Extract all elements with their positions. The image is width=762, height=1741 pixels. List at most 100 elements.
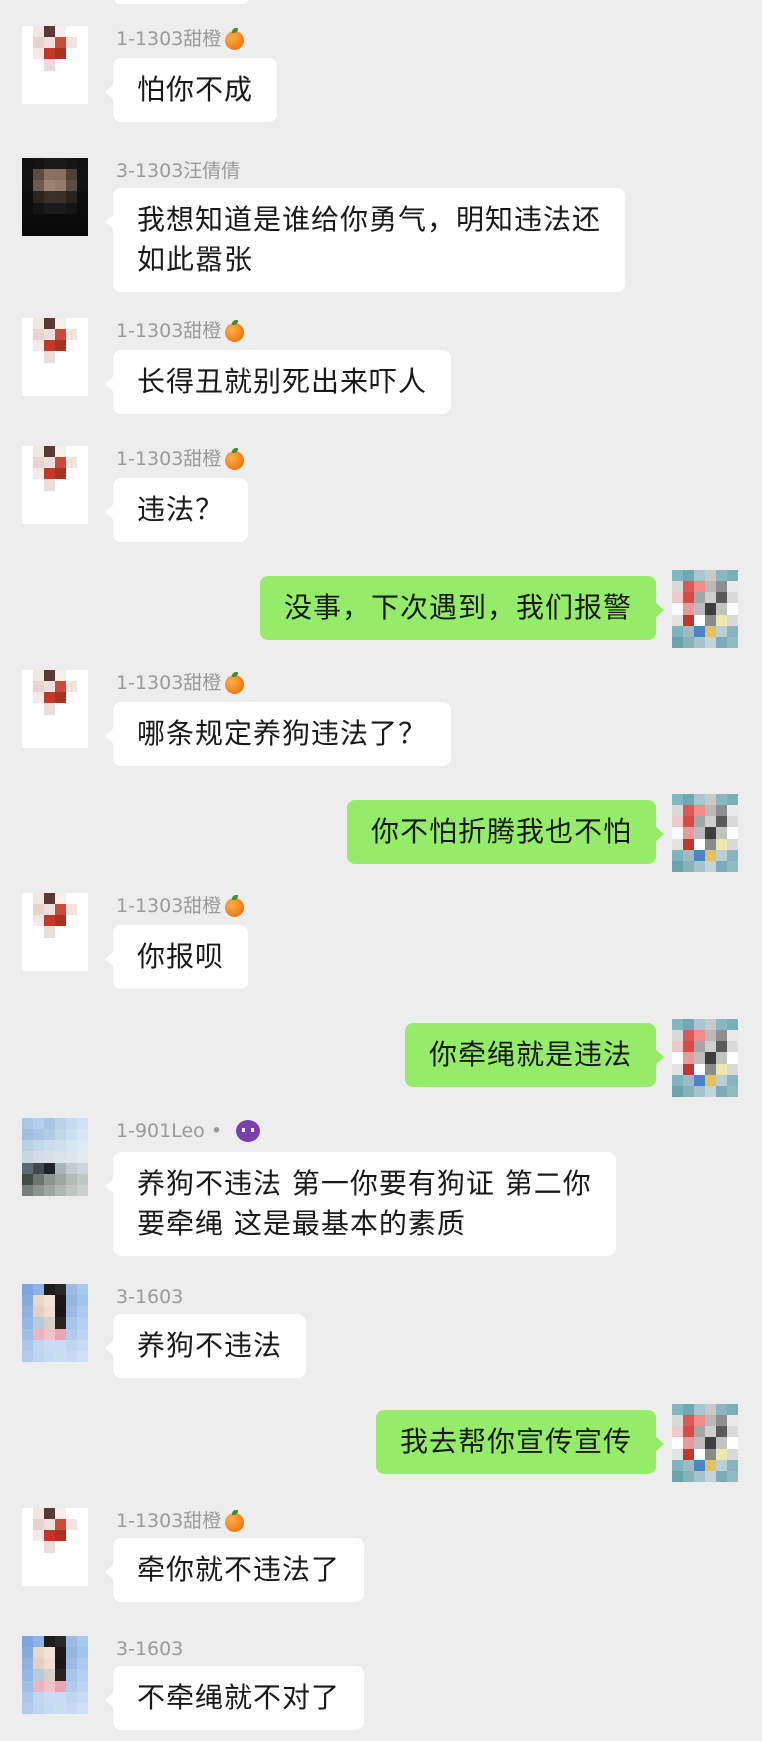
avatar-pixel [44, 457, 55, 469]
avatar-pixel [33, 512, 44, 524]
avatar-pixel [33, 37, 44, 49]
avatar-pixel [33, 1118, 44, 1130]
avatar[interactable] [22, 1118, 88, 1196]
avatar-pixel [705, 1459, 716, 1471]
avatar-pixel [716, 827, 727, 839]
avatar-pixel [66, 703, 77, 715]
avatar-pixel [66, 1669, 77, 1681]
message-bubble[interactable]: 养狗不违法 [104, 1314, 307, 1378]
message-text-line: 养狗不违法 第一你要有狗证 第二你 [137, 1167, 592, 1200]
sender-name-text: 1-1303甜橙 [116, 320, 222, 342]
avatar-pixel [33, 948, 44, 960]
avatar-pixel [33, 1647, 44, 1659]
sender-name: 1-1303甜橙 [116, 318, 245, 344]
avatar-pixel [55, 1173, 66, 1185]
avatar-pixel [33, 1295, 44, 1307]
message-text-line: 我想知道是谁给你勇气，明知违法还 [137, 203, 602, 236]
avatar-pixel [705, 570, 716, 582]
avatar-pixel [683, 827, 694, 839]
avatar[interactable] [22, 1636, 88, 1714]
message-bubble[interactable]: 牵你就不违法了 [104, 1538, 365, 1602]
pixelated-avatar-image [22, 1636, 88, 1714]
avatar[interactable] [22, 158, 88, 236]
sender-name-text: 1-1303甜橙 [116, 1510, 222, 1532]
avatar[interactable] [22, 670, 88, 748]
avatar-pixel [683, 581, 694, 593]
avatar-pixel [44, 202, 55, 214]
avatar-pixel [55, 1563, 66, 1575]
avatar[interactable] [672, 1404, 738, 1482]
avatar-pixel [33, 329, 44, 341]
message-bubble[interactable]: 我去帮你宣传宣传 [375, 1410, 665, 1474]
avatar-pixel [44, 1636, 55, 1648]
avatar-pixel [33, 1350, 44, 1362]
avatar-pixel [33, 1669, 44, 1681]
avatar-pixel [66, 362, 77, 374]
avatar[interactable] [22, 26, 88, 104]
message-bubble[interactable]: 你报呗 [104, 925, 249, 989]
avatar-pixel [705, 625, 716, 637]
avatar-pixel [22, 915, 33, 927]
message-bubble[interactable]: 哪条规定养狗违法了？ [104, 702, 452, 766]
avatar[interactable] [22, 1284, 88, 1362]
message-bubble[interactable]: 你不怕折腾我也不怕 [346, 800, 665, 864]
avatar-pixel [33, 318, 44, 330]
avatar[interactable] [22, 1508, 88, 1586]
avatar-pixel [77, 318, 88, 330]
avatar-pixel [672, 592, 683, 604]
message-bubble[interactable]: 不牵绳就不对了 [104, 1666, 365, 1730]
avatar-pixel [77, 26, 88, 38]
avatar-pixel [694, 1437, 705, 1449]
avatar[interactable] [672, 794, 738, 872]
pixelated-avatar-image [672, 570, 738, 648]
avatar-pixel [44, 915, 55, 927]
orange-icon [225, 671, 245, 694]
avatar-pixel [22, 512, 33, 524]
avatar-pixel [727, 636, 738, 648]
avatar[interactable] [22, 446, 88, 524]
avatar-pixel [66, 937, 77, 949]
avatar-pixel [77, 1658, 88, 1670]
avatar-pixel [672, 838, 683, 850]
avatar-pixel [22, 1541, 33, 1553]
message-bubble[interactable]: 长得丑就别死出来吓人 [104, 350, 452, 414]
avatar-pixel [705, 1448, 716, 1460]
avatar-pixel [22, 703, 33, 715]
avatar-pixel [44, 501, 55, 513]
avatar-pixel [66, 1636, 77, 1648]
avatar[interactable] [22, 318, 88, 396]
avatar-pixel [44, 384, 55, 396]
message-text-line: 你牵绳就是违法 [428, 1038, 632, 1071]
avatar[interactable] [672, 570, 738, 648]
message-bubble[interactable]: 没事，下次遇到，我们报警 [259, 576, 665, 640]
orange-icon [225, 27, 245, 50]
avatar-pixel [66, 681, 77, 693]
message-bubble[interactable]: 养狗不违法 第一你要有狗证 第二你 要牵绳 这是最基本的素质 [105, 1152, 616, 1256]
avatar-pixel [694, 1063, 705, 1075]
avatar-pixel [727, 1019, 738, 1031]
avatar-pixel [66, 48, 77, 60]
avatar-pixel [22, 948, 33, 960]
message-bubble[interactable]: 违法？ [104, 478, 249, 542]
message-bubble[interactable]: 你牵绳就是违法 [404, 1023, 665, 1087]
avatar[interactable] [672, 1019, 738, 1097]
avatar-pixel [33, 479, 44, 491]
chat-message-list[interactable]: 1-1303甜橙 怕你不成 3-1303汪倩倩 我想知道是谁给你勇气，明知违法还… [0, 0, 762, 1741]
orange-icon [225, 319, 245, 342]
avatar-pixel [77, 926, 88, 938]
avatar-pixel [683, 805, 694, 817]
message-bubble[interactable]: 怕你不成 [104, 58, 278, 122]
avatar-pixel [66, 512, 77, 524]
avatar-pixel [77, 329, 88, 341]
avatar-pixel [66, 1508, 77, 1520]
avatar[interactable] [22, 893, 88, 971]
avatar-pixel [33, 736, 44, 748]
avatar-pixel [55, 92, 66, 104]
avatar-pixel [33, 1552, 44, 1564]
avatar-pixel [716, 1085, 727, 1097]
message-bubble[interactable]: 我想知道是谁给你勇气，明知违法还 如此嚣张 [104, 188, 626, 292]
avatar-pixel [33, 670, 44, 682]
avatar-pixel [33, 1702, 44, 1714]
avatar-pixel [672, 849, 683, 861]
avatar-pixel [66, 92, 77, 104]
